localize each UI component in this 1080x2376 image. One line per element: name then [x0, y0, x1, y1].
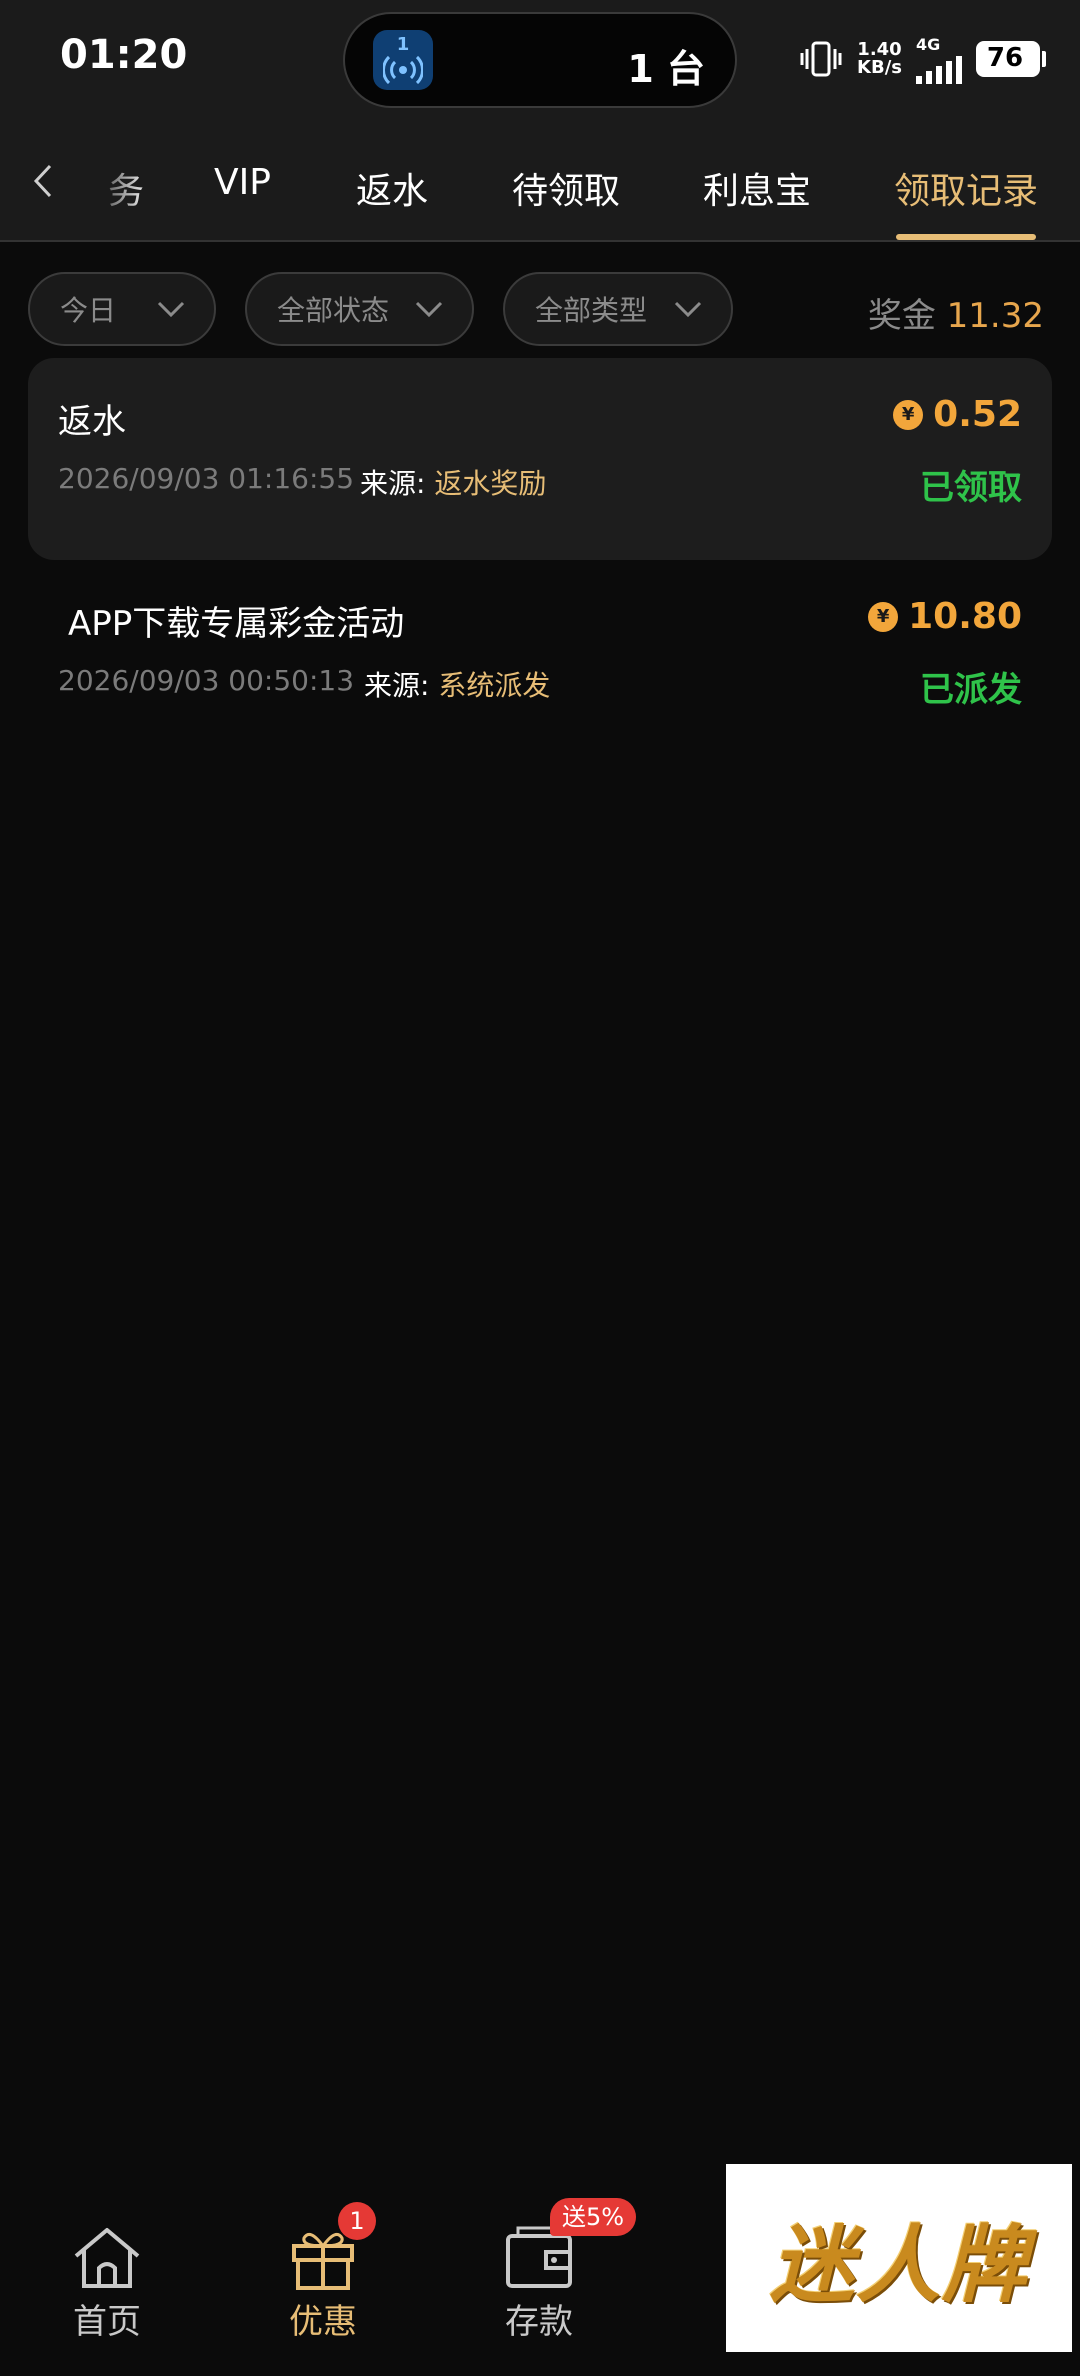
coin-icon: ¥	[868, 601, 899, 632]
record-status: 已领取	[920, 468, 1022, 508]
tab-interest[interactable]: 利息宝	[703, 162, 811, 214]
watermark-text: 迷人牌	[769, 2214, 1028, 2314]
nav-deposit[interactable]: 送5% 存款	[464, 2198, 637, 2343]
type-filter[interactable]: 全部类型	[503, 272, 733, 346]
network-type: 4G	[916, 34, 941, 54]
date-filter[interactable]: 今日	[28, 272, 216, 346]
battery-icon: 76	[976, 41, 1046, 77]
bonus-value: 11.32	[946, 296, 1044, 336]
wallet-icon: 送5%	[502, 2198, 637, 2290]
nav-home[interactable]: 首页	[32, 2224, 182, 2343]
tab-claim-records[interactable]: 领取记录	[894, 162, 1038, 214]
cell-signal: 4G	[916, 35, 962, 84]
record-amount: ¥ 10.80	[868, 596, 1022, 637]
tab-rebate[interactable]: 返水	[356, 162, 428, 214]
record-title: APP下载专属彩金活动	[68, 604, 405, 644]
record-source: 来源: 系统派发	[364, 669, 551, 702]
nfc-app-icon: 1	[373, 30, 433, 90]
status-filter[interactable]: 全部状态	[245, 272, 474, 346]
status-filter-label: 全部状态	[277, 294, 390, 327]
dynamic-island[interactable]: 1 1 台	[343, 12, 737, 108]
coin-icon: ¥	[893, 399, 924, 430]
tab-bar: 务 VIP 返水 待领取 利息宝 领取记录	[0, 120, 1080, 242]
chevron-down-icon	[415, 301, 443, 318]
deposit-promo-badge: 送5%	[550, 2198, 637, 2236]
chevron-down-icon	[674, 301, 702, 318]
date-filter-label: 今日	[60, 294, 117, 327]
bonus-total: 奖金 11.32	[868, 288, 1044, 337]
promo-badge: 1	[338, 2202, 376, 2240]
battery-level: 76	[986, 43, 1024, 73]
gift-icon: 1	[286, 2202, 376, 2290]
status-icons: 1.40 KB/s 4G 76	[799, 34, 1046, 84]
tab-pending[interactable]: 待领取	[512, 162, 620, 214]
net-speed: 1.40 KB/s	[857, 39, 902, 78]
record-amount: ¥ 0.52	[893, 394, 1022, 435]
status-bar: 01:20 1 1 台 1.40 KB/s 4G 76	[0, 0, 1080, 120]
chevron-down-icon	[157, 301, 185, 318]
back-icon[interactable]	[24, 156, 64, 206]
watermark-logo: 迷人牌	[726, 2164, 1072, 2352]
tab-fade	[60, 120, 150, 240]
record-date: 2026/09/03 01:16:55	[58, 462, 355, 495]
signal-bars-icon	[916, 54, 962, 84]
bonus-label: 奖金	[867, 296, 936, 336]
island-text: 1 台	[627, 47, 705, 91]
record-source: 来源: 返水奖励	[360, 467, 547, 500]
nav-promotions[interactable]: 1 优惠	[248, 2202, 398, 2343]
active-tab-indicator	[896, 234, 1036, 240]
signal-wave-icon	[383, 55, 423, 84]
vibrate-icon	[800, 41, 842, 77]
status-time: 01:20	[60, 32, 188, 78]
record-status: 已派发	[920, 670, 1022, 710]
home-icon	[70, 2224, 144, 2290]
record-title: 返水	[58, 402, 126, 442]
record-date: 2026/09/03 00:50:13	[58, 664, 355, 697]
type-filter-label: 全部类型	[535, 294, 648, 327]
tab-vip[interactable]: VIP	[214, 162, 271, 203]
record-card[interactable]	[28, 358, 1052, 560]
